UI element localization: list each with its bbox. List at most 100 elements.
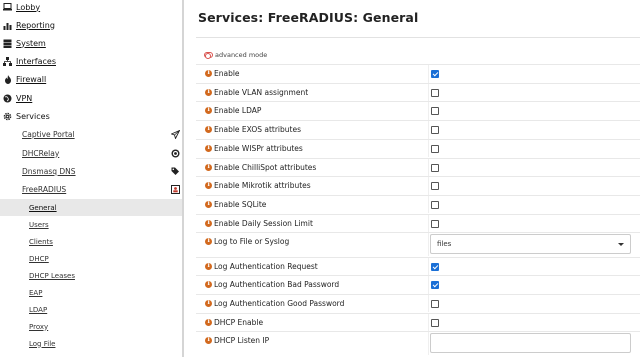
- setting-label: Enable Daily Session Limit: [214, 218, 313, 228]
- setting-checkbox[interactable]: [431, 88, 439, 97]
- sidebar-item-dhcrelay[interactable]: DHCRelay: [0, 144, 184, 162]
- setting-checkbox[interactable]: [431, 200, 439, 209]
- sidebar-item-reporting[interactable]: Reporting: [0, 16, 184, 34]
- sidebar-item-label: Clients: [29, 237, 53, 246]
- setting-checkbox[interactable]: [431, 318, 439, 327]
- info-icon[interactable]: [205, 280, 212, 289]
- column-divider: [428, 195, 429, 214]
- sidebar-item-clients[interactable]: Clients: [0, 233, 184, 250]
- setting-checkbox[interactable]: [431, 281, 439, 290]
- sidebar-item-eap[interactable]: EAP: [0, 284, 184, 301]
- sidebar-item-dhcp-leases[interactable]: DHCP Leases: [0, 267, 184, 284]
- sidebar-item-dhcp[interactable]: DHCP: [0, 250, 184, 267]
- setting-label: Enable LDAP: [214, 106, 262, 116]
- sidebar-item-ldap[interactable]: LDAP: [0, 301, 184, 318]
- sidebar-item-label: EAP: [29, 288, 43, 297]
- column-divider: [428, 313, 429, 332]
- sidebar-item-label: Captive Portal: [22, 129, 75, 139]
- info-icon[interactable]: [205, 219, 212, 227]
- settings-row: DHCP Listen IP: [196, 331, 640, 356]
- setting-checkbox[interactable]: [431, 299, 439, 308]
- info-icon[interactable]: [205, 237, 212, 246]
- settings-row: Enable Daily Session Limit: [196, 213, 640, 233]
- sidebar-item-captive-portal[interactable]: Captive Portal: [0, 125, 184, 143]
- info-icon[interactable]: [205, 181, 212, 190]
- sidebar-item-label: DHCP Leases: [29, 271, 75, 280]
- log-destination-select[interactable]: files: [430, 234, 631, 255]
- info-icon[interactable]: [205, 299, 212, 307]
- column-divider: [428, 158, 429, 177]
- select-value: files: [437, 240, 452, 249]
- setting-checkbox[interactable]: [431, 126, 439, 135]
- sidebar-item-label: Proxy: [29, 322, 49, 331]
- sidebar-item-label: Reporting: [16, 20, 55, 30]
- paper-plane-icon: [171, 129, 180, 139]
- column-divider: [428, 294, 429, 313]
- sidebar-item-dnsmasq-dns[interactable]: Dnsmasq DNS: [0, 162, 184, 180]
- setting-label: Log Authentication Request: [214, 261, 318, 271]
- sidebar-item-lobby[interactable]: Lobby: [0, 0, 184, 16]
- tags-icon: [171, 167, 180, 176]
- setting-label: Enable EXOS attributes: [214, 125, 301, 135]
- sidebar-item-users[interactable]: Users: [0, 216, 184, 233]
- column-divider: [428, 257, 429, 276]
- settings-row: Enable EXOS attributes: [196, 120, 640, 139]
- settings-row: Log Authentication Request: [196, 256, 640, 276]
- bullseye-icon: [171, 149, 180, 158]
- setting-checkbox[interactable]: [431, 219, 439, 228]
- info-icon[interactable]: [205, 106, 212, 115]
- sidebar-item-proxy[interactable]: Proxy: [0, 318, 184, 335]
- setting-checkbox[interactable]: [431, 262, 439, 271]
- setting-checkbox[interactable]: [431, 107, 439, 116]
- info-icon[interactable]: [205, 200, 212, 208]
- setting-checkbox[interactable]: [431, 182, 439, 191]
- advanced-mode-label: advanced mode: [215, 51, 268, 59]
- setting-label: Enable Mikrotik attributes: [214, 181, 311, 191]
- sidebar-item-label: General: [29, 203, 57, 212]
- info-icon[interactable]: [205, 262, 212, 270]
- info-icon[interactable]: [205, 125, 212, 134]
- sidebar-item-label: FreeRADIUS: [22, 184, 67, 194]
- column-divider: [428, 214, 429, 233]
- sidebar-item-label: Lobby: [16, 2, 41, 12]
- dhcp-listen-ip-input[interactable]: [430, 333, 631, 354]
- sidebar-item-label: Services: [16, 111, 50, 121]
- advanced-mode-toggle[interactable]: [204, 52, 213, 59]
- sidebar-item-system[interactable]: System: [0, 34, 184, 52]
- setting-label: Enable ChilliSpot attributes: [214, 162, 317, 172]
- sidebar-item-interfaces[interactable]: Interfaces: [0, 52, 184, 70]
- info-icon[interactable]: [205, 144, 212, 152]
- settings-row: Enable SQLite: [196, 194, 640, 214]
- column-divider: [428, 102, 429, 120]
- setting-label: Log Authentication Bad Password: [214, 280, 340, 290]
- sidebar-item-freeradius[interactable]: FreeRADIUS: [0, 180, 184, 198]
- sidebar-item-log-file[interactable]: Log File: [0, 335, 184, 352]
- sidebar-item-label: System: [16, 38, 46, 48]
- gear-icon: [3, 112, 12, 121]
- sidebar-item-general[interactable]: General: [0, 199, 184, 216]
- info-icon[interactable]: [205, 163, 212, 171]
- info-icon[interactable]: [205, 88, 212, 96]
- network-icon: [3, 56, 12, 66]
- sidebar-scrollbar[interactable]: [182, 0, 184, 357]
- settings-row: Enable Mikrotik attributes: [196, 176, 640, 195]
- server-icon: [3, 39, 12, 48]
- settings-row: DHCP Enable: [196, 312, 640, 332]
- info-icon[interactable]: [205, 336, 212, 345]
- column-divider: [428, 121, 429, 139]
- info-icon[interactable]: [205, 318, 212, 326]
- setting-checkbox[interactable]: [431, 163, 439, 172]
- setting-checkbox[interactable]: [431, 70, 439, 78]
- sidebar: Lobby Reporting System Interfaces Firewa…: [0, 0, 184, 357]
- sidebar-item-firewall[interactable]: Firewall: [0, 70, 184, 88]
- info-icon[interactable]: [205, 69, 212, 77]
- fire-icon: [3, 74, 12, 84]
- page-title: Services: FreeRADIUS: General: [198, 10, 419, 25]
- sidebar-item-services[interactable]: Services: [0, 107, 184, 125]
- settings-row: Enable LDAP: [196, 101, 640, 120]
- setting-checkbox[interactable]: [431, 144, 439, 153]
- sidebar-item-label: DHCP: [29, 254, 49, 263]
- column-divider: [428, 65, 429, 83]
- sidebar-item-vpn[interactable]: VPN: [0, 89, 184, 107]
- column-divider: [428, 139, 429, 158]
